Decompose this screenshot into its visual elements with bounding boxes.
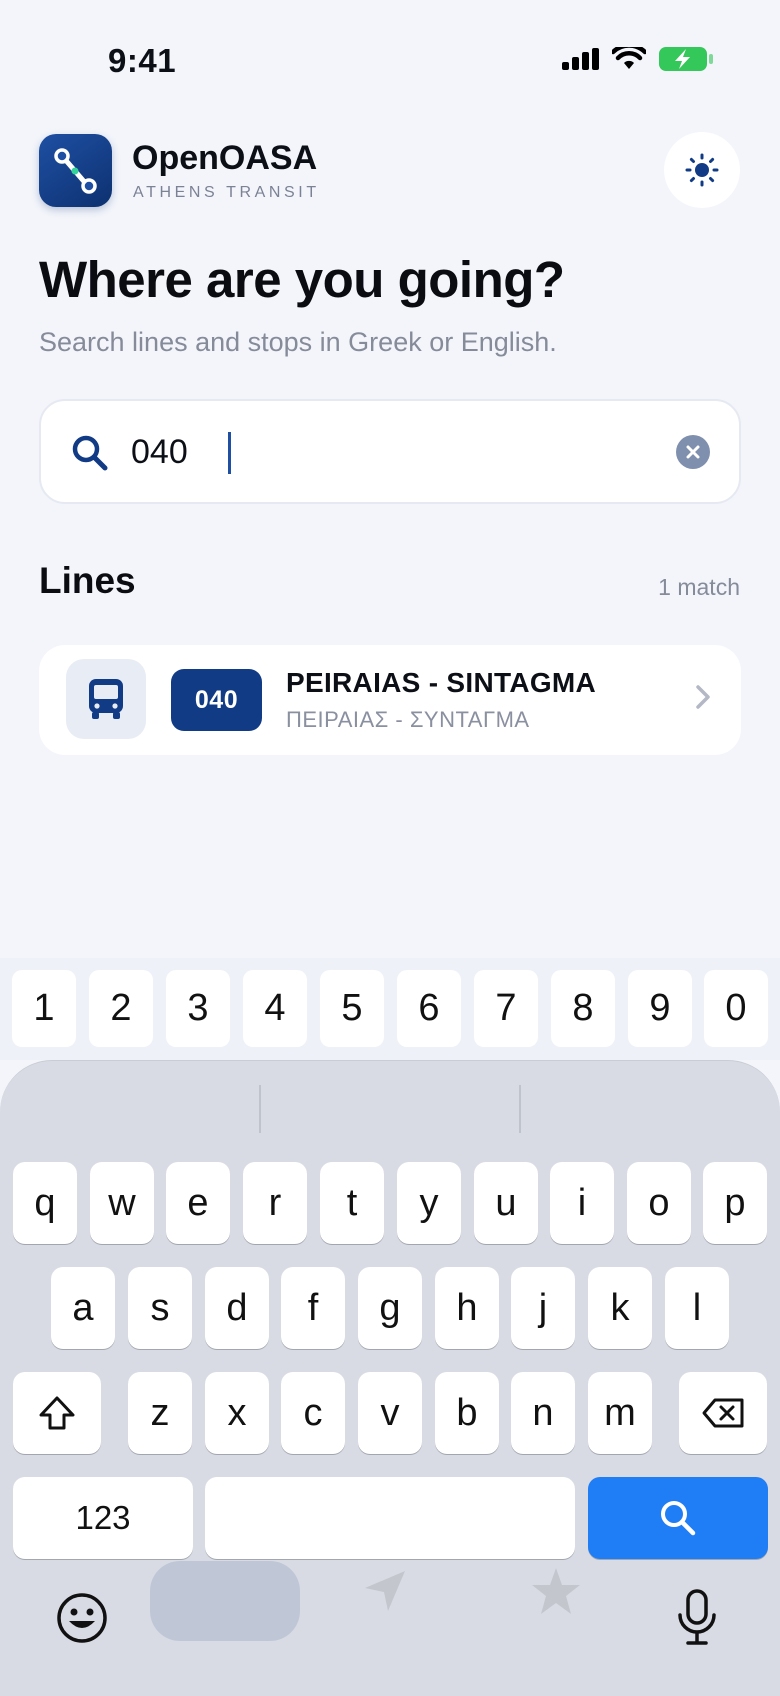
- key-f[interactable]: f: [281, 1267, 345, 1349]
- line-name-greek: ΠΕΙΡΑΙΑΣ - ΣΥΝΤΑΓΜΑ: [286, 707, 530, 732]
- suggestion-divider: [519, 1085, 521, 1133]
- app-logo: [39, 134, 112, 207]
- key-e[interactable]: e: [166, 1162, 230, 1244]
- key-k[interactable]: k: [588, 1267, 652, 1349]
- key-t[interactable]: t: [320, 1162, 384, 1244]
- line-result-card[interactable]: 040 PEIRAIAS - SINTAGMA ΠΕΙΡΑΙΑΣ - ΣΥΝΤΑ…: [39, 645, 741, 755]
- suggestion-divider: [259, 1085, 261, 1133]
- key-s[interactable]: s: [128, 1267, 192, 1349]
- key-3[interactable]: 3: [166, 970, 230, 1047]
- microphone-icon[interactable]: [676, 1589, 718, 1647]
- status-time: 9:41: [108, 42, 177, 79]
- battery-charging-icon: [659, 47, 713, 71]
- clear-search-button[interactable]: [676, 435, 710, 469]
- search-input[interactable]: [131, 425, 651, 479]
- key-j[interactable]: j: [511, 1267, 575, 1349]
- numbers-mode-key[interactable]: 123: [13, 1477, 193, 1559]
- search-icon: [72, 435, 108, 471]
- key-r[interactable]: r: [243, 1162, 307, 1244]
- key-5[interactable]: 5: [320, 970, 384, 1047]
- key-n[interactable]: n: [511, 1372, 575, 1454]
- route-icon: [54, 148, 97, 194]
- key-w[interactable]: w: [90, 1162, 154, 1244]
- theme-toggle-button[interactable]: [664, 132, 740, 208]
- status-icons: [562, 46, 714, 72]
- space-key[interactable]: [205, 1477, 575, 1559]
- key-h[interactable]: h: [435, 1267, 499, 1349]
- key-u[interactable]: u: [474, 1162, 538, 1244]
- number-row: 1 2 3 4 5 6 7 8 9 0: [0, 958, 780, 1060]
- key-b[interactable]: b: [435, 1372, 499, 1454]
- line-name: PEIRAIAS - SINTAGMA: [286, 667, 597, 698]
- key-c[interactable]: c: [281, 1372, 345, 1454]
- match-count: 1 match: [658, 574, 740, 600]
- star-tab-icon: [532, 1568, 580, 1614]
- app-subtitle: ATHENS TRANSIT: [133, 184, 320, 201]
- emoji-icon[interactable]: [55, 1591, 109, 1645]
- cellular-signal-icon: [562, 48, 599, 70]
- screen: 9:41 OpenOASA ATHENS TRANSIT Where are y…: [0, 0, 780, 1696]
- delete-key[interactable]: [679, 1372, 767, 1454]
- sun-icon: [685, 153, 719, 187]
- home-tab-icon: [150, 1561, 300, 1641]
- key-x[interactable]: x: [205, 1372, 269, 1454]
- close-icon: [686, 445, 700, 459]
- wifi-icon: [612, 47, 646, 69]
- key-g[interactable]: g: [358, 1267, 422, 1349]
- chevron-right-icon: [696, 685, 710, 709]
- search-box[interactable]: [39, 399, 741, 504]
- key-1[interactable]: 1: [12, 970, 76, 1047]
- key-p[interactable]: p: [703, 1162, 767, 1244]
- keyboard: q w e r t y u i o p a s d f g h j k l z …: [0, 1060, 780, 1696]
- key-l[interactable]: l: [665, 1267, 729, 1349]
- page-title: Where are you going?: [39, 251, 565, 308]
- key-a[interactable]: a: [51, 1267, 115, 1349]
- app-title: OpenOASA: [132, 139, 318, 177]
- key-z[interactable]: z: [128, 1372, 192, 1454]
- key-4[interactable]: 4: [243, 970, 307, 1047]
- key-2[interactable]: 2: [89, 970, 153, 1047]
- backspace-icon: [702, 1398, 744, 1428]
- section-title-lines: Lines: [39, 560, 136, 601]
- page-subtitle: Search lines and stops in Greek or Engli…: [39, 327, 557, 357]
- text-caret: [228, 432, 231, 474]
- key-7[interactable]: 7: [474, 970, 538, 1047]
- key-y[interactable]: y: [397, 1162, 461, 1244]
- search-key[interactable]: [588, 1477, 768, 1559]
- line-number-badge: 040: [171, 669, 262, 731]
- key-i[interactable]: i: [550, 1162, 614, 1244]
- key-q[interactable]: q: [13, 1162, 77, 1244]
- key-8[interactable]: 8: [551, 970, 615, 1047]
- search-icon: [661, 1501, 696, 1536]
- key-d[interactable]: d: [205, 1267, 269, 1349]
- bus-tile: [66, 659, 146, 739]
- shift-icon: [39, 1396, 75, 1430]
- key-m[interactable]: m: [588, 1372, 652, 1454]
- key-9[interactable]: 9: [628, 970, 692, 1047]
- key-v[interactable]: v: [358, 1372, 422, 1454]
- bus-icon: [89, 679, 123, 719]
- key-o[interactable]: o: [627, 1162, 691, 1244]
- key-6[interactable]: 6: [397, 970, 461, 1047]
- shift-key[interactable]: [13, 1372, 101, 1454]
- key-0[interactable]: 0: [704, 970, 768, 1047]
- navigation-tab-icon: [365, 1571, 405, 1611]
